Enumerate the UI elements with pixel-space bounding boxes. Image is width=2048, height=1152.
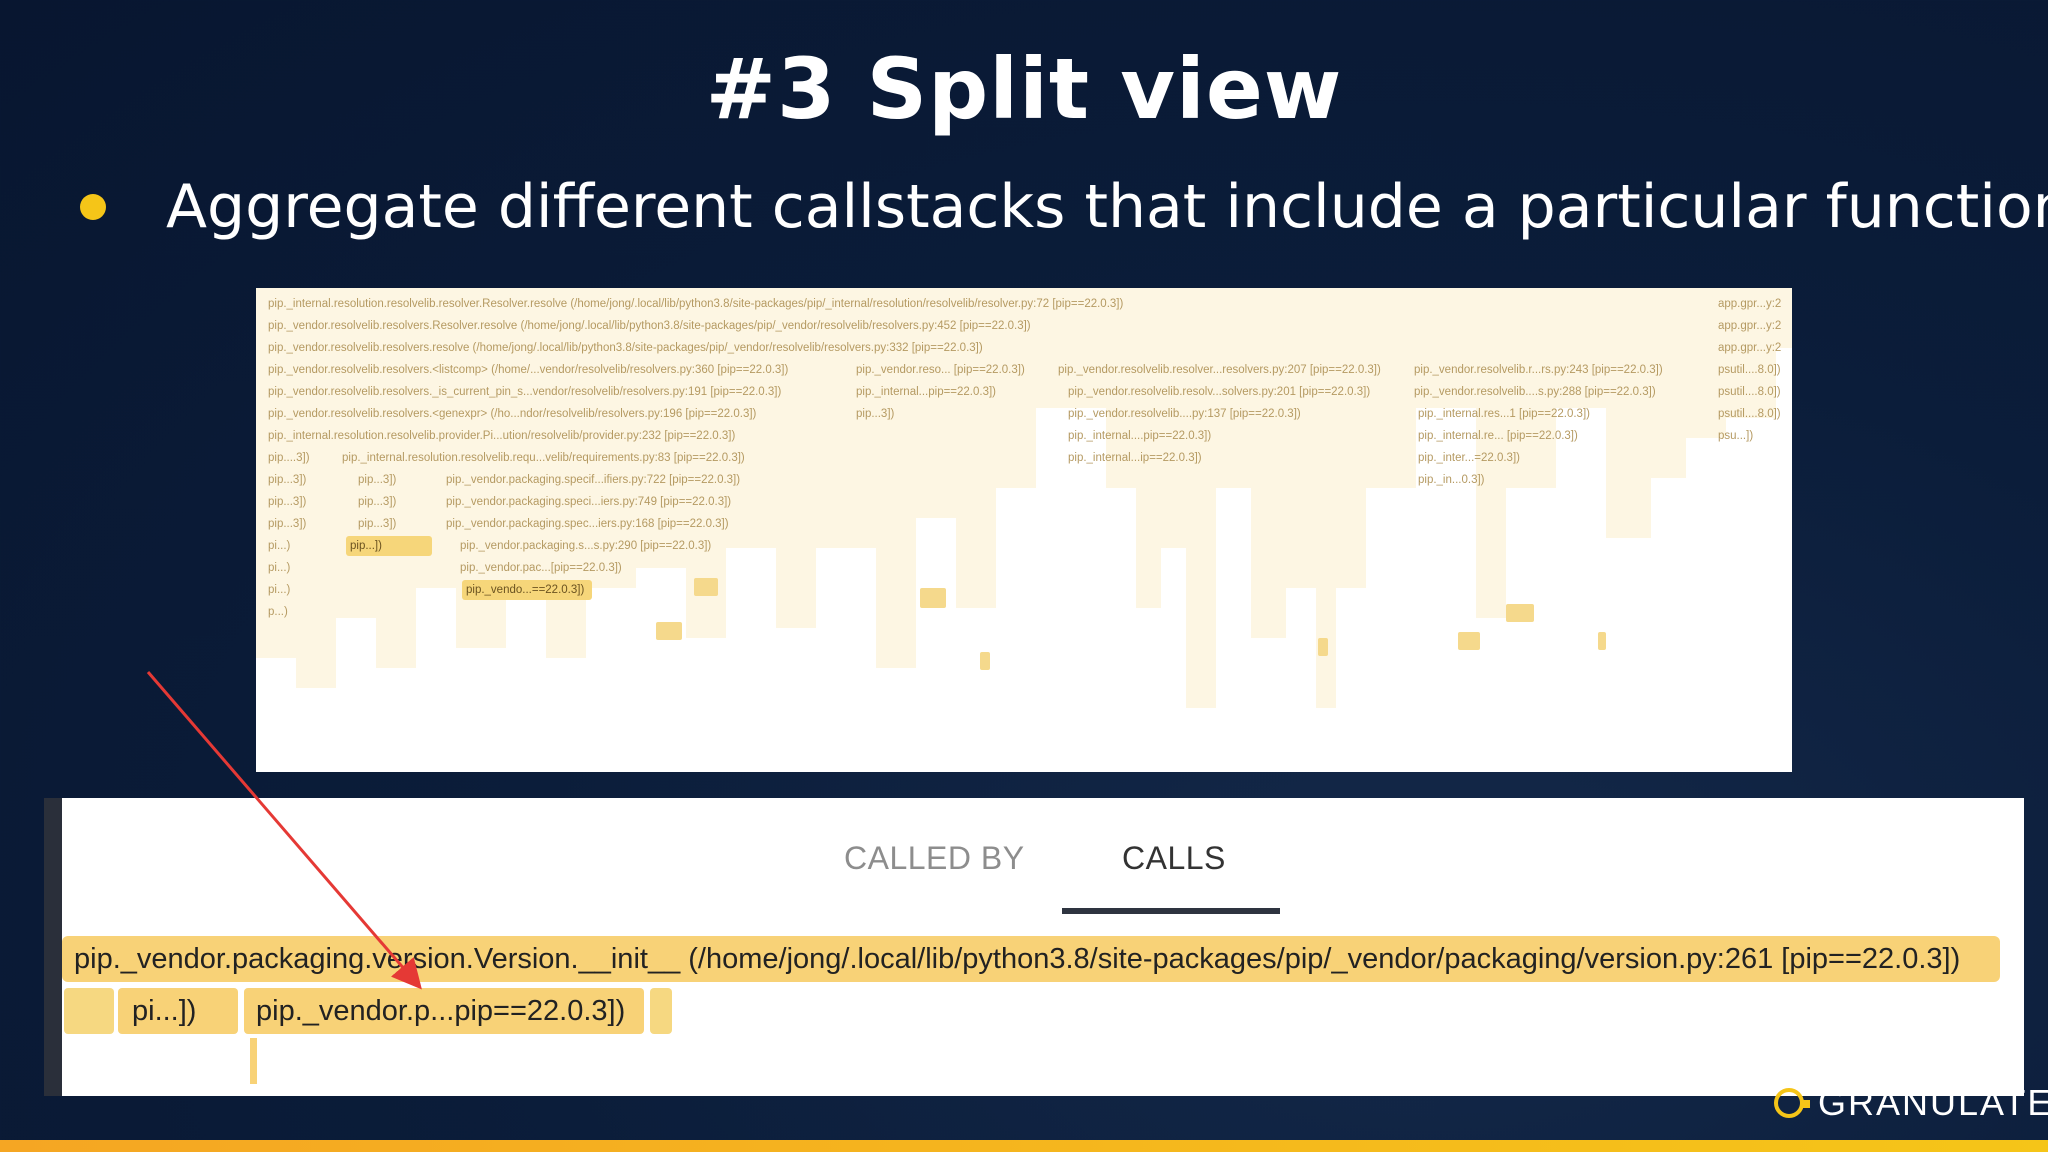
flame-frame-block[interactable] (1598, 632, 1606, 650)
flame-frame[interactable]: pip._vendor.packaging.specif...ifiers.py… (434, 470, 774, 490)
flame-frame[interactable]: pip._vendor.resolvelib....py:137 [pip==2… (1056, 404, 1406, 424)
granulate-logo-icon (1774, 1088, 1810, 1118)
flame-frame[interactable]: pip._internal.res...1 [pip==22.0.3]) (1406, 404, 1676, 424)
flame-frame[interactable]: pip._internal....pip==22.0.3]) (1056, 426, 1406, 446)
flame-frame[interactable]: pi...) (256, 580, 346, 600)
bullet-item: Aggregate different callstacks that incl… (80, 172, 2048, 242)
flame-frame[interactable]: pip...3]) (346, 470, 432, 490)
flame-frame[interactable]: pip._internal...pip==22.0.3]) (844, 382, 1044, 402)
tab-called-by[interactable]: CALLED BY (844, 840, 1025, 877)
flame-frame[interactable]: pip._internal.re... [pip==22.0.3]) (1406, 426, 1676, 446)
child-call-frame[interactable] (64, 988, 114, 1034)
root-call-frame[interactable]: pip._vendor.packaging.version.Version.__… (62, 936, 2000, 982)
flame-frame[interactable]: psu...]) (1706, 426, 1792, 446)
grandchild-call-frame[interactable] (250, 1038, 257, 1084)
flame-frame[interactable]: pip._vendor.packaging.spec...iers.py:168… (434, 514, 774, 534)
flame-frame[interactable]: pip._vendor.resolvelib.resolver...resolv… (1046, 360, 1396, 380)
child-call-frame[interactable]: pip._vendor.p...pip==22.0.3]) (244, 988, 644, 1034)
flame-frame[interactable]: pip._internal...ip==22.0.3]) (1056, 448, 1406, 468)
flame-frame[interactable]: pip._vendor.pac...[pip==22.0.3]) (448, 558, 788, 578)
flame-frame[interactable]: pip._in...0.3]) (1406, 470, 1676, 490)
flame-frame-block[interactable] (920, 588, 946, 608)
flame-frame[interactable]: pip....3]) (256, 448, 328, 468)
tab-calls[interactable]: CALLS (1122, 840, 1226, 877)
flame-frame[interactable]: pip...]) (346, 536, 432, 556)
flame-frame[interactable]: pip._internal.resolution.resolvelib.requ… (330, 448, 850, 468)
flamegraph-panel: pip._internal.resolution.resolvelib.reso… (256, 288, 1792, 772)
flame-frame-block[interactable] (656, 622, 682, 640)
flame-frame-block[interactable] (1506, 604, 1534, 622)
flame-frame[interactable]: pip._vendor.packaging.speci...iers.py:74… (434, 492, 774, 512)
child-call-frame[interactable]: pi...]) (118, 988, 238, 1034)
flame-frame[interactable]: pip._vendor.resolvelib.resolvers.resolve… (256, 338, 1696, 358)
bullet-text: Aggregate different callstacks that incl… (166, 172, 2048, 242)
flame-frame[interactable]: psutil....8.0]) (1706, 382, 1792, 402)
flame-frame[interactable]: pip._vendor.resolvelib....s.py:288 [pip=… (1402, 382, 1672, 402)
flame-frame[interactable]: pip...3]) (256, 492, 346, 512)
slide-title: #3 Split view (705, 40, 1343, 138)
flame-frame[interactable]: pip._vendor.resolvelib.resolvers.Resolve… (256, 316, 1696, 336)
flame-frame[interactable]: pip._vendor.resolvelib.r...rs.py:243 [pi… (1402, 360, 1672, 380)
flame-frame[interactable]: p...) (256, 602, 346, 622)
flame-frame-block[interactable] (1318, 638, 1328, 656)
flame-frame[interactable]: app.gpr...y:2 (1706, 294, 1792, 314)
brand-name: GRANULATE (1818, 1082, 2048, 1123)
bullet-dot-icon (80, 194, 106, 220)
flame-frame-block[interactable] (694, 578, 718, 596)
flame-frame-block[interactable] (980, 652, 990, 670)
flame-frame[interactable]: psutil....8.0]) (1706, 360, 1792, 380)
flame-frame[interactable]: pip._vendor.resolvelib.resolvers._is_cur… (256, 382, 836, 402)
flame-frame[interactable]: pip._vendor.reso... [pip==22.0.3]) (844, 360, 1044, 380)
flame-frame[interactable]: pip._vendor.resolvelib.resolvers.<listco… (256, 360, 836, 380)
child-call-frame[interactable] (650, 988, 672, 1034)
flame-frame[interactable]: pip._vendor.packaging.s...s.py:290 [pip=… (448, 536, 788, 556)
flame-frame[interactable]: pip._internal.resolution.resolvelib.prov… (256, 426, 1076, 446)
flame-frame[interactable]: pip...3]) (346, 514, 432, 534)
flame-frame[interactable]: pip...3]) (346, 492, 432, 512)
split-view-panel: CALLED BY CALLS pip._vendor.packaging.ve… (44, 798, 2024, 1096)
flame-frame[interactable]: pip._vendo...==22.0.3]) (462, 580, 592, 600)
bottom-accent-stripe (0, 1140, 2048, 1152)
flame-frame[interactable]: pip...3]) (844, 404, 1044, 424)
flame-frame[interactable]: pi...) (256, 536, 346, 556)
flame-frame[interactable]: pip...3]) (256, 470, 346, 490)
brand-logo: GRANULATE (1774, 1082, 2048, 1124)
flame-frame-block[interactable] (1458, 632, 1480, 650)
split-view-content: CALLED BY CALLS pip._vendor.packaging.ve… (62, 818, 2004, 1096)
flame-frame[interactable]: pip...3]) (256, 514, 346, 534)
flame-frame[interactable]: pip._internal.resolution.resolvelib.reso… (256, 294, 1696, 314)
flame-frame[interactable]: pi...) (256, 558, 346, 578)
flame-frame[interactable]: pip._vendor.resolvelib.resolvers.<genexp… (256, 404, 836, 424)
flame-frame[interactable]: psutil....8.0]) (1706, 404, 1792, 424)
flame-frame[interactable]: pip._inter...=22.0.3]) (1406, 448, 1676, 468)
flame-frame[interactable]: app.gpr...y:2 (1706, 338, 1792, 358)
flame-frame[interactable]: app.gpr...y:2 (1706, 316, 1792, 336)
flame-frame[interactable]: pip._vendor.resolvelib.resolv...solvers.… (1056, 382, 1406, 402)
active-tab-indicator (1062, 908, 1280, 914)
